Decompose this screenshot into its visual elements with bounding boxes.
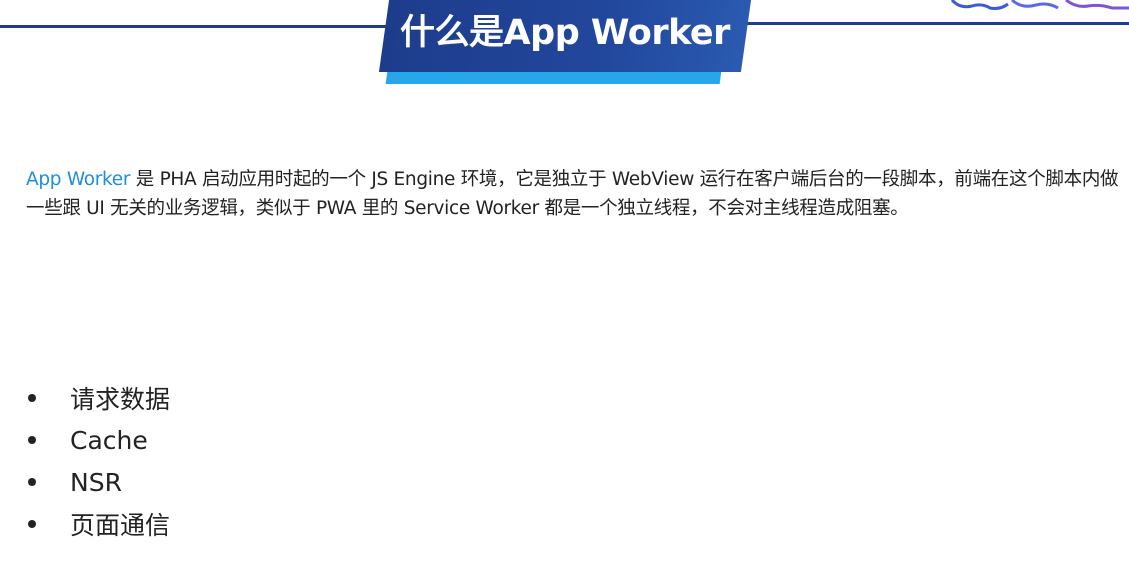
feature-list: 请求数据 Cache NSR 页面通信 xyxy=(26,377,170,545)
list-item-label: 请求数据 xyxy=(70,385,171,414)
list-item: 页面通信 xyxy=(26,503,170,545)
bullet-dot-icon xyxy=(28,436,36,444)
bullet-dot-icon xyxy=(28,394,36,402)
list-item-label: NSR xyxy=(70,467,122,497)
header-line-left xyxy=(0,25,392,28)
list-item: 请求数据 xyxy=(26,377,170,419)
brand-logo-icon xyxy=(950,0,1129,10)
list-item-label: Cache xyxy=(70,425,148,455)
bullet-dot-icon xyxy=(28,478,36,486)
app-worker-highlight: App Worker xyxy=(26,168,131,190)
description-paragraph: App Worker 是 PHA 启动应用时起的一个 JS Engine 环境，… xyxy=(26,165,1126,223)
list-item: NSR xyxy=(26,461,170,503)
slide-title: 什么是App Worker xyxy=(400,12,730,53)
bullet-dot-icon xyxy=(28,520,36,528)
slide: 什么是App Worker App Worker 是 PHA 启动应用时起的一个… xyxy=(0,0,1129,572)
list-item: Cache xyxy=(26,419,170,461)
description-text: 是 PHA 启动应用时起的一个 JS Engine 环境，它是独立于 WebVi… xyxy=(26,168,1119,219)
header-line-right xyxy=(740,22,1129,25)
list-item-label: 页面通信 xyxy=(70,511,171,540)
